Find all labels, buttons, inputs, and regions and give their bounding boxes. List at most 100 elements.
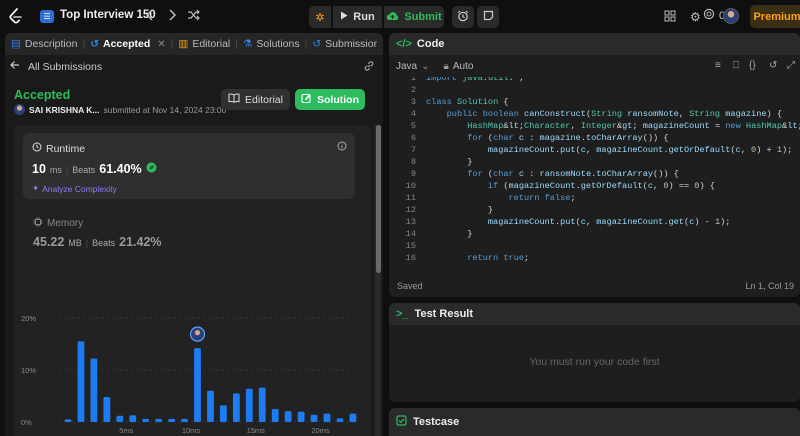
editorial-button[interactable]: Editorial — [221, 89, 290, 110]
grid-layout-icon[interactable] — [664, 10, 676, 22]
code-line[interactable]: 1 import java.util.*; — [389, 77, 800, 85]
chart-bar — [168, 418, 175, 422]
code-text: HashMap&lt;Character, Integer&gt; magazi… — [467, 121, 800, 131]
code-area[interactable]: 1 import java.util.*; 2 3 class Solution {4 … — [389, 77, 800, 269]
submit-label: Submit — [404, 11, 442, 23]
code-line[interactable]: 3 class Solution { — [389, 97, 800, 109]
code-text: } — [426, 205, 494, 215]
debug-button[interactable]: ✲ — [309, 6, 331, 28]
tab-accepted[interactable]: ↺ Accepted ✕ — [90, 38, 165, 50]
tab-accepted-label: Accepted — [103, 38, 151, 50]
line-number: 13 — [405, 217, 416, 227]
note-icon — [483, 10, 494, 24]
prev-problem-icon[interactable] — [145, 9, 155, 21]
next-problem-icon[interactable] — [167, 9, 177, 21]
code-line[interactable]: 11 return false; — [389, 193, 800, 205]
code-line[interactable]: 2 — [389, 85, 800, 97]
coins-counter[interactable]: 0 — [703, 8, 725, 23]
notes-button[interactable] — [477, 6, 499, 28]
code-line[interactable]: 8 } — [389, 157, 800, 169]
share-link-icon[interactable] — [363, 60, 375, 75]
problem-list-title[interactable]: Top Interview 150 — [60, 9, 156, 21]
line-number: 16 — [405, 253, 416, 263]
terminal-icon: >_ — [396, 308, 409, 320]
x-tick-label: 20ms — [311, 426, 330, 435]
editorial-button-label: Editorial — [245, 93, 283, 106]
auto-mode-label[interactable]: Auto — [453, 61, 474, 72]
code-line[interactable]: 7 magazineCount.put(c, magazineCount.get… — [389, 145, 800, 157]
chart-bar — [181, 418, 188, 422]
language-select[interactable]: Java — [396, 61, 417, 72]
line-number: 3 — [410, 97, 416, 107]
scrollbar-thumb[interactable] — [376, 125, 381, 273]
settings-gear-icon[interactable]: ⚙ — [690, 10, 701, 24]
reset-code-icon[interactable]: ↺ — [769, 60, 777, 71]
y-tick-label: 10% — [21, 366, 36, 375]
back-arrow-icon[interactable] — [10, 60, 20, 73]
expand-editor-icon[interactable]: ⤢ — [787, 60, 795, 71]
line-number: 7 — [410, 145, 416, 155]
format-code-icon[interactable]: ≡ — [715, 60, 721, 71]
shuffle-icon[interactable] — [187, 9, 200, 21]
submitter-avatar — [14, 104, 25, 115]
tab-solutions[interactable]: ⚗ Solutions — [243, 38, 300, 50]
line-number: 1 — [410, 77, 416, 83]
chart-bar — [64, 419, 72, 422]
line-number: 10 — [405, 181, 416, 191]
code-line[interactable]: 13 magazineCount.put(c, magazineCount.ge… — [389, 217, 800, 229]
code-line[interactable]: 16 return true; — [389, 253, 800, 265]
chart-bar — [310, 414, 318, 422]
chart-bar — [142, 418, 150, 422]
submission-status: Accepted — [14, 88, 71, 102]
code-text: if (magazineCount.getOrDefault(c, 0) == … — [487, 181, 715, 191]
tab-description[interactable]: ▤ Description — [11, 38, 77, 50]
leetcode-logo[interactable] — [8, 8, 24, 25]
premium-button[interactable]: Premium — [750, 5, 800, 28]
code-line[interactable]: 5 HashMap&lt;Character, Integer&gt; maga… — [389, 121, 800, 133]
code-line[interactable]: 15 — [389, 241, 800, 253]
run-button[interactable]: Run — [333, 6, 382, 28]
chart-bar — [207, 390, 214, 422]
braces-icon[interactable]: {} — [749, 60, 756, 71]
submitter-line: SAI KRISHNA K... submitted at Nov 14, 20… — [14, 104, 226, 115]
play-icon — [340, 11, 348, 23]
chevron-down-icon[interactable]: ⌄ — [421, 61, 429, 72]
code-line[interactable]: 4 public boolean canConstruct(String ran… — [389, 109, 800, 121]
user-avatar[interactable] — [723, 8, 739, 24]
code-line[interactable]: 9 for (char c : ransomNote.toCharArray()… — [389, 169, 800, 181]
all-submissions-link[interactable]: All Submissions — [28, 61, 102, 73]
chart-bar — [284, 411, 292, 422]
tab-solutions-label: Solutions — [256, 38, 300, 50]
run-submit-group: ✲ Run Submit — [309, 6, 444, 28]
checkbox-icon — [396, 415, 407, 429]
testcase-panel-header[interactable]: Testcase — [389, 408, 800, 436]
code-text: return true; — [467, 253, 530, 263]
close-tab-icon[interactable]: ✕ — [157, 39, 165, 50]
solution-button[interactable]: Solution — [295, 89, 365, 110]
submitter-name[interactable]: SAI KRISHNA K... — [29, 105, 100, 115]
tab-submissions[interactable]: ↺ Submissions — [312, 38, 377, 50]
book-open-icon — [228, 93, 240, 106]
code-line[interactable]: 10 if (magazineCount.getOrDefault(c, 0) … — [389, 181, 800, 193]
bug-icon: ✲ — [315, 11, 325, 24]
tab-editorial[interactable]: ▥ Editorial — [178, 38, 230, 50]
code-text: magazineCount.put(c, magazineCount.getOr… — [487, 145, 793, 155]
tab-separator: | — [235, 38, 238, 50]
code-text: } — [426, 229, 473, 239]
bookmark-icon[interactable]: ⎕ — [733, 60, 739, 71]
chart-bar — [245, 388, 253, 422]
test-result-empty-message: You must run your code first — [529, 356, 660, 368]
chart-bar — [258, 387, 266, 422]
cloud-upload-icon — [386, 11, 399, 24]
line-number: 12 — [405, 205, 416, 215]
code-line[interactable]: 12 } — [389, 205, 800, 217]
submit-button[interactable]: Submit — [384, 6, 444, 28]
code-text: return false; — [508, 193, 576, 203]
timer-button[interactable] — [452, 6, 474, 28]
solution-button-label: Solution — [317, 93, 359, 106]
x-tick-label: 10ms — [182, 426, 201, 435]
code-line[interactable]: 14 } — [389, 229, 800, 241]
chart-bar — [90, 358, 98, 422]
chart-bar — [323, 413, 331, 422]
code-line[interactable]: 6 for (char c : magazine.toCharArray()) … — [389, 133, 800, 145]
